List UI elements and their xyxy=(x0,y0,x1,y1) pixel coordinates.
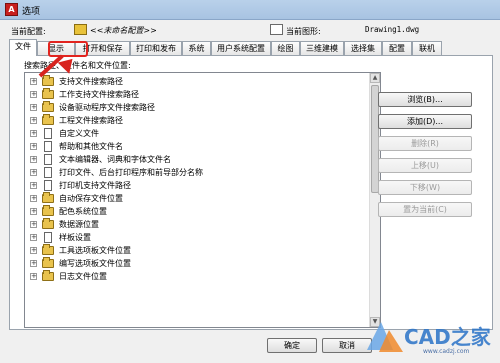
tree-item-label: 日志文件位置 xyxy=(59,272,107,281)
expand-icon[interactable]: + xyxy=(30,130,37,137)
folder-icon xyxy=(42,75,54,86)
expand-icon[interactable]: + xyxy=(30,247,37,254)
folder-icon xyxy=(42,192,54,203)
tab-system[interactable]: 系统 xyxy=(182,41,211,55)
expand-icon[interactable]: + xyxy=(30,182,37,189)
window-title: 选项 xyxy=(22,7,41,17)
tab-files[interactable]: 文件 xyxy=(9,39,37,56)
tree-item[interactable]: + 设备驱动程序文件搜索路径 xyxy=(25,101,370,114)
tree-item[interactable]: + 数据源位置 xyxy=(25,218,370,231)
tab-drafting[interactable]: 绘图 xyxy=(271,41,300,55)
document-icon xyxy=(44,167,52,178)
tree-item-label: 自定义文件 xyxy=(59,129,99,138)
expand-icon[interactable]: + xyxy=(30,195,37,202)
move-up-button[interactable]: 上移(U) xyxy=(378,158,472,173)
expand-icon[interactable]: + xyxy=(30,143,37,150)
tree-item[interactable]: + 自动保存文件位置 xyxy=(25,192,370,205)
tree-item[interactable]: + 打印机支持文件路径 xyxy=(25,179,370,192)
tree-item-label: 帮助和其他文件名 xyxy=(59,142,123,151)
folder-icon xyxy=(42,205,54,216)
tree-item-label: 自动保存文件位置 xyxy=(59,194,123,203)
tree-item-label: 支持文件搜索路径 xyxy=(59,77,123,86)
expand-icon[interactable]: + xyxy=(30,260,37,267)
drawing-icon xyxy=(270,24,283,35)
folder-icon xyxy=(42,218,54,229)
watermark-text: CAD之家 xyxy=(404,325,491,349)
expand-icon[interactable]: + xyxy=(30,78,37,85)
tree-item[interactable]: + 帮助和其他文件名 xyxy=(25,140,370,153)
tree-item[interactable]: + 编写选项板文件位置 xyxy=(25,257,370,270)
tree-item-label: 编写选项板文件位置 xyxy=(59,259,131,268)
document-icon xyxy=(44,154,52,165)
tree-item[interactable]: + 自定义文件 xyxy=(25,127,370,140)
folder-icon xyxy=(42,244,54,255)
tab-plot-publish[interactable]: 打印和发布 xyxy=(130,41,182,55)
document-icon xyxy=(44,180,52,191)
set-current-button[interactable]: 置为当前(C) xyxy=(378,202,472,217)
vertical-scrollbar[interactable]: ▲ ▼ xyxy=(369,73,380,327)
browse-button[interactable]: 浏览(B)... xyxy=(378,92,472,107)
expand-icon[interactable]: + xyxy=(30,117,37,124)
tab-3d-modeling[interactable]: 三维建模 xyxy=(300,41,344,55)
add-button[interactable]: 添加(D)... xyxy=(378,114,472,129)
folder-icon xyxy=(42,270,54,281)
watermark-url: www.cadzj.com xyxy=(423,348,470,355)
expand-icon[interactable]: + xyxy=(30,104,37,111)
folder-icon xyxy=(42,257,54,268)
folder-icon xyxy=(42,114,54,125)
move-down-button[interactable]: 下移(W) xyxy=(378,180,472,195)
autocad-app-icon: A xyxy=(5,3,18,16)
tree-item-label: 文本编辑器、词典和字体文件名 xyxy=(59,155,171,164)
search-paths-label: 搜索路径、文件名和文件位置: xyxy=(24,61,131,70)
document-icon xyxy=(44,232,52,243)
tree-item-label: 样板设置 xyxy=(59,233,91,242)
current-drawing-label: 当前图形: xyxy=(286,27,321,36)
folder-icon xyxy=(42,88,54,99)
folder-icon xyxy=(42,101,54,112)
tree-item-label: 工程文件搜索路径 xyxy=(59,116,123,125)
tree-item-label: 打印机支持文件路径 xyxy=(59,181,131,190)
tree-item[interactable]: + 配色系统位置 xyxy=(25,205,370,218)
tab-user-preferences[interactable]: 用户系统配置 xyxy=(211,41,271,55)
tree-item[interactable]: + 样板设置 xyxy=(25,231,370,244)
profile-icon xyxy=(74,24,87,35)
tree-item[interactable]: + 工作支持文件搜索路径 xyxy=(25,88,370,101)
expand-icon[interactable]: + xyxy=(30,273,37,280)
current-profile-value: <<未命名配置>> xyxy=(90,26,157,35)
tree-item-label: 打印文件、后台打印程序和前导部分名称 xyxy=(59,168,203,177)
tree-item-label: 设备驱动程序文件搜索路径 xyxy=(59,103,155,112)
expand-icon[interactable]: + xyxy=(30,91,37,98)
expand-icon[interactable]: + xyxy=(30,208,37,215)
files-tab-panel: 搜索路径、文件名和文件位置: + 支持文件搜索路径 + 工作支持文件搜索路径 +… xyxy=(9,55,493,330)
tree-item-label: 数据源位置 xyxy=(59,220,99,229)
current-drawing-value: Drawing1.dwg xyxy=(365,25,420,34)
title-bar: A 选项 xyxy=(0,0,500,20)
tree-item-label: 工作支持文件搜索路径 xyxy=(59,90,139,99)
tab-online[interactable]: 联机 xyxy=(412,41,442,55)
tab-selection[interactable]: 选择集 xyxy=(344,41,382,55)
expand-icon[interactable]: + xyxy=(30,234,37,241)
tree-item-label: 工具选项板文件位置 xyxy=(59,246,131,255)
options-dialog: 当前配置: <<未命名配置>> 当前图形: Drawing1.dwg 文件 显示… xyxy=(0,20,500,363)
tab-profiles[interactable]: 配置 xyxy=(382,41,412,55)
current-profile-label: 当前配置: xyxy=(11,27,46,36)
expand-icon[interactable]: + xyxy=(30,156,37,163)
remove-button[interactable]: 删除(R) xyxy=(378,136,472,151)
scroll-up-icon[interactable]: ▲ xyxy=(370,73,380,83)
tree-item[interactable]: + 日志文件位置 xyxy=(25,270,370,283)
expand-icon[interactable]: + xyxy=(30,221,37,228)
tree-item[interactable]: + 工程文件搜索路径 xyxy=(25,114,370,127)
search-paths-tree[interactable]: + 支持文件搜索路径 + 工作支持文件搜索路径 + 设备驱动程序文件搜索路径 +… xyxy=(24,72,381,328)
tree-item[interactable]: + 支持文件搜索路径 xyxy=(25,75,370,88)
expand-icon[interactable]: + xyxy=(30,169,37,176)
tree-item-label: 配色系统位置 xyxy=(59,207,107,216)
cad-home-logo-icon xyxy=(367,322,403,352)
tree-item[interactable]: + 工具选项板文件位置 xyxy=(25,244,370,257)
tree-item[interactable]: + 文本编辑器、词典和字体文件名 xyxy=(25,153,370,166)
ok-button[interactable]: 确定 xyxy=(267,338,317,353)
tree-item[interactable]: + 打印文件、后台打印程序和前导部分名称 xyxy=(25,166,370,179)
document-icon xyxy=(44,128,52,139)
document-icon xyxy=(44,141,52,152)
